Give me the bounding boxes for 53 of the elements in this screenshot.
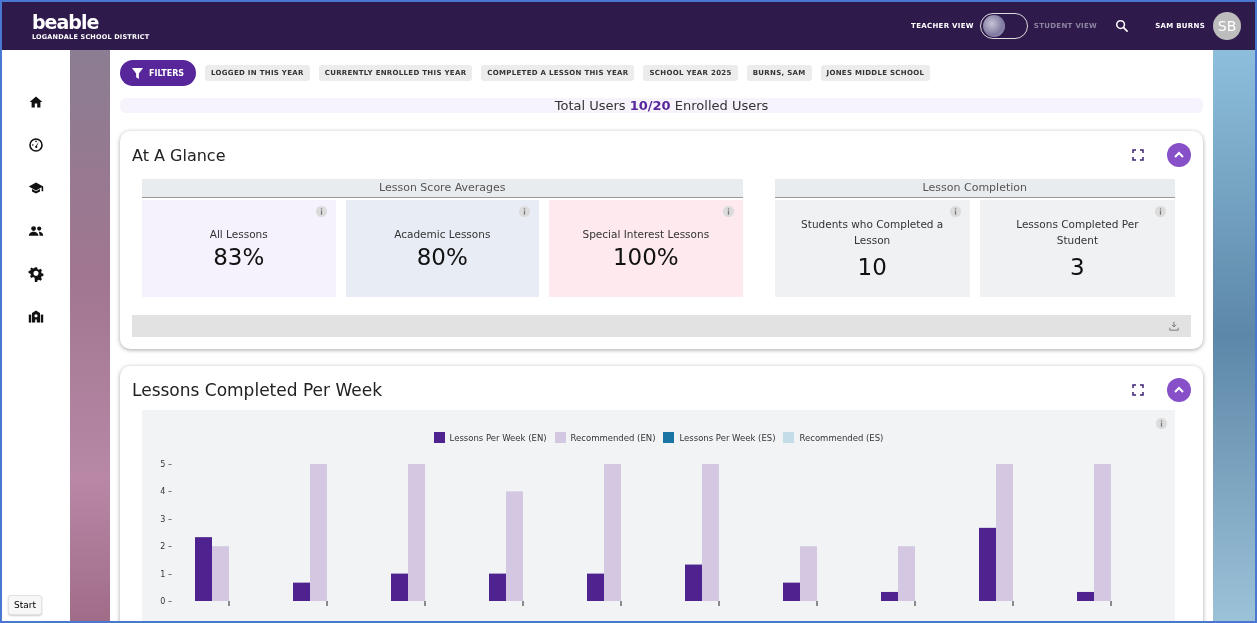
group-header: Lesson Completion [774,179,1175,198]
x-tick [228,600,230,607]
collapse-button[interactable] [1167,378,1191,402]
stat-label: All Lessons [209,226,268,242]
settings-icon[interactable] [28,266,44,282]
expand-icon[interactable] [1132,149,1144,161]
stat-value: 100% [612,244,679,271]
expand-icon[interactable] [1132,384,1144,396]
filter-icon [132,67,143,79]
stat-value: 10 [857,253,887,280]
stat-label: Students who Completed a Lesson [800,217,945,248]
x-tick [1110,600,1112,607]
home-icon[interactable] [28,94,44,110]
x-tick [1012,600,1014,607]
stat-label: Academic Lessons [394,226,491,242]
legend-label: Lessons Per Week (ES) [679,432,776,443]
y-tick-label: 5 – [160,460,172,469]
search-icon[interactable] [1115,19,1130,33]
stat-label: Lessons Completed Per Student [1015,217,1140,248]
y-tick-label: 2 – [160,542,172,552]
group-header: Lesson Score Averages [142,179,743,198]
y-tick-label: 3 – [160,514,172,524]
collapse-button[interactable] [1167,143,1191,167]
total-users-text: Total Users 10/20 Enrolled Users [554,98,769,113]
legend-label: Lessons Per Week (EN) [449,432,547,443]
x-tick [424,600,426,607]
stat-value: 3 [1070,253,1085,280]
y-tick-label: 4 – [160,487,172,497]
stat-value: 83% [213,244,265,271]
card-title: Lessons Completed Per Week [132,380,383,400]
filters-button[interactable]: FILTERS [120,60,197,86]
school-icon[interactable] [28,309,44,325]
y-tick-label: 1 – [160,569,172,579]
x-tick [522,600,524,607]
card-title: At A Glance [132,145,227,165]
stat-value: 80% [416,244,468,271]
x-tick [718,600,720,607]
dashboard-icon[interactable] [28,137,44,153]
x-tick [816,600,818,607]
legend-label: Recommended (EN) [570,432,656,443]
legend-label: Recommended (ES) [799,432,884,443]
start-button[interactable]: Start [8,595,42,615]
people-icon[interactable] [28,223,44,239]
download-icon[interactable] [1169,321,1179,331]
x-tick [620,600,622,607]
x-tick [914,600,916,607]
logo: beable [32,11,100,33]
school-cap-icon[interactable] [28,180,44,196]
stat-label: Special Interest Lessons [582,226,710,242]
bar [212,546,229,601]
y-tick-label: 0 – [160,597,172,606]
bar [195,537,212,601]
x-tick [326,600,328,607]
